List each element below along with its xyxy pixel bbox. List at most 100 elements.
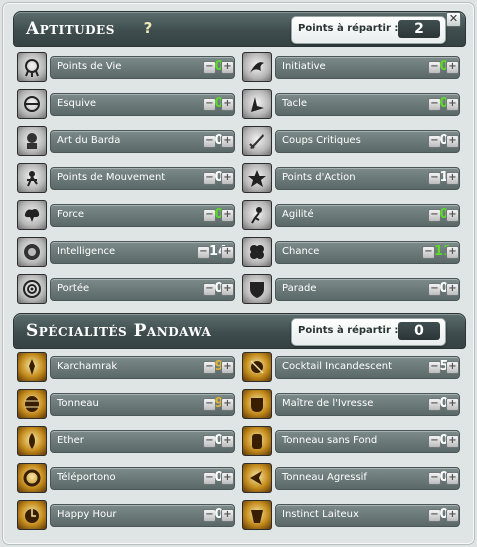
stat-label: Points d'Action [282,172,356,183]
aptitudes-points-label: Points à répartir : [298,23,399,34]
critical-icon [242,126,272,156]
stat-row: Initiative −0 + [242,52,460,82]
dodge-icon [17,89,47,119]
stat-bar: Ether −0 + [50,430,235,453]
stat-row: Cocktail Incandescent −5 + [242,352,460,382]
stat-label: Maître de l'Ivresse [282,398,374,409]
stat-bar: Tacle −0 + [275,93,460,116]
plus-button[interactable]: + [221,398,234,411]
plus-button[interactable]: + [221,361,234,374]
stat-bar: Portée −0 + [50,278,235,301]
stat-label: Téléportono [57,472,116,483]
specialites-points-value: 0 [398,322,440,340]
stat-label: Initiative [282,61,326,72]
stat-row: Instinct Laiteux −0 + [242,500,460,530]
plus-button[interactable]: + [446,472,459,485]
stat-label: Agilité [282,209,314,220]
stat-row: Intelligence −14 + [17,237,235,267]
movement-icon [17,163,47,193]
aptitudes-header: Aptitudes ? Points à répartir : 2 [13,11,466,47]
close-icon[interactable]: ✕ [446,12,461,27]
stat-bar: Art du Barda −0 + [50,130,235,153]
stat-bar: Intelligence −14 + [50,241,235,264]
stat-label: Points de Mouvement [57,172,166,183]
plus-button[interactable]: + [221,283,234,296]
stat-row: Force −0 + [17,200,235,230]
help-icon[interactable]: ? [139,19,157,37]
stat-row: Happy Hour −0 + [17,500,235,530]
stat-row: Coups Critiques −0 + [242,126,460,156]
plus-button[interactable]: + [446,172,459,185]
strength-icon [17,200,47,230]
stat-row: Parade −0 + [242,274,460,304]
stat-row: Esquive −0 + [17,89,235,119]
specialites-points-label: Points à répartir : [298,325,399,336]
stat-label: Intelligence [57,246,116,257]
teleport-icon [17,463,47,493]
plus-button[interactable]: + [446,209,459,222]
stat-label: Coups Critiques [282,135,361,146]
stat-row: Points d'Action −1 + [242,163,460,193]
plus-button[interactable]: + [221,172,234,185]
stat-row: Tonneau Agressif −0 + [242,463,460,493]
stat-row: Téléportono −0 + [17,463,235,493]
bottomless-barrel-icon [242,426,272,456]
plus-button[interactable]: + [221,98,234,111]
plus-button[interactable]: + [221,209,234,222]
stat-row: Art du Barda −0 + [17,126,235,156]
stat-label: Parade [282,283,317,294]
initiative-icon [242,52,272,82]
stat-bar: Tonneau sans Fond −0 + [275,430,460,453]
plus-button[interactable]: + [221,61,234,74]
plus-button[interactable]: + [221,135,234,148]
plus-button[interactable]: + [221,246,234,259]
stat-bar: Parade −0 + [275,278,460,301]
aggressive-barrel-icon [242,463,272,493]
stat-row: Maître de l'Ivresse −0 + [242,389,460,419]
plus-button[interactable]: + [446,435,459,448]
stat-label: Ether [57,435,84,446]
plus-button[interactable]: + [446,98,459,111]
ether-icon [17,426,47,456]
health-icon [17,52,47,82]
specialites-header: Spécialités Pandawa Points à répartir : … [13,313,466,349]
aptitudes-window: Aptitudes ? Points à répartir : 2 ✕ Poin… [2,2,475,545]
stat-label: Karchamrak [57,361,118,372]
stat-label: Tacle [282,98,308,109]
plus-button[interactable]: + [446,61,459,74]
plus-button[interactable]: + [446,246,459,259]
stat-bar: Tonneau Agressif −0 + [275,467,460,490]
plus-button[interactable]: + [446,398,459,411]
tackle-icon [242,89,272,119]
stat-bar: Karchamrak −9 + [50,356,235,379]
stat-bar: Points d'Action −1 + [275,167,460,190]
stat-bar: Téléportono −0 + [50,467,235,490]
stat-bar: Agilité −0 + [275,204,460,227]
plus-button[interactable]: + [221,472,234,485]
aptitudes-points-value: 2 [398,20,440,38]
stat-row: Chance −11 + [242,237,460,267]
stat-label: Instinct Laiteux [282,509,359,520]
plus-button[interactable]: + [446,509,459,522]
stat-row: Portée −0 + [17,274,235,304]
barda-icon [17,126,47,156]
stat-bar: Initiative −0 + [275,56,460,79]
stat-label: Portée [57,283,90,294]
stat-bar: Coups Critiques −0 + [275,130,460,153]
stat-label: Force [57,209,85,220]
plus-button[interactable]: + [221,509,234,522]
stat-label: Chance [282,246,320,257]
stat-label: Tonneau [57,398,99,409]
stat-label: Points de Vie [57,61,122,72]
intelligence-icon [17,237,47,267]
karchamrak-icon [17,352,47,382]
plus-button[interactable]: + [221,435,234,448]
plus-button[interactable]: + [446,135,459,148]
stat-row: Karchamrak −9 + [17,352,235,382]
plus-button[interactable]: + [446,361,459,374]
aptitudes-title: Aptitudes [26,19,115,39]
stat-row: Points de Vie −0 + [17,52,235,82]
plus-button[interactable]: + [446,283,459,296]
stat-bar: Tonneau −9 + [50,393,235,416]
specialites-points-box: Points à répartir : 0 [291,318,446,346]
